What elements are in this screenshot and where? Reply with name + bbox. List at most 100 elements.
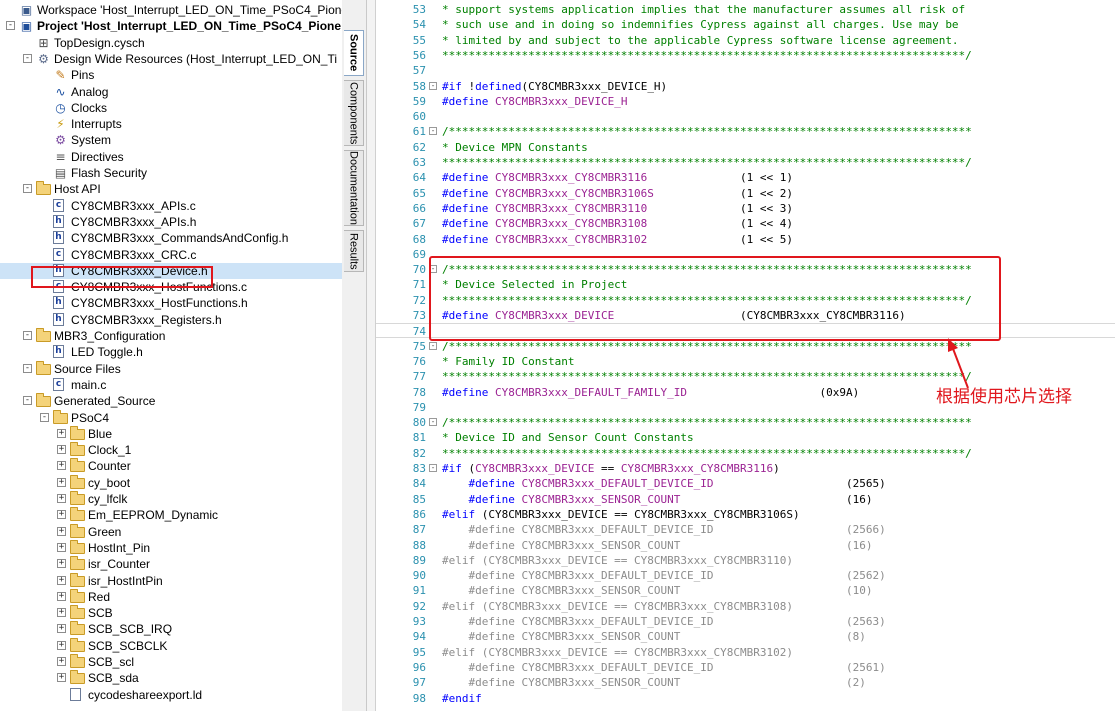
tree-item[interactable]: h CY8CMBR3xxx_HostFunctions.h (0, 295, 342, 311)
code-line[interactable]: 59 #define CY8CMBR3xxx_DEVICE_H (376, 94, 1115, 109)
expand-icon[interactable]: + (57, 526, 66, 536)
tab-components[interactable]: Components (344, 80, 364, 146)
expand-icon[interactable]: + (57, 673, 66, 683)
code-line[interactable]: 56 **************************************… (376, 48, 1115, 63)
expand-icon[interactable]: + (57, 591, 66, 601)
code-line[interactable]: 86 #elif (CY8CMBR3xxx_DEVICE == CY8CMBR3x… (376, 507, 1115, 522)
tree-item[interactable]: - Generated_Source (0, 393, 342, 409)
code-line[interactable]: 98 #endif (376, 691, 1115, 706)
tree-item[interactable]: + cy_boot (0, 474, 342, 491)
code-line[interactable]: 66 #define CY8CMBR3xxx_CY8CMBR3110 (1 << … (376, 201, 1115, 216)
tree-item[interactable]: - Source Files (0, 360, 342, 377)
code-line[interactable]: 95 #elif (CY8CMBR3xxx_DEVICE == CY8CMBR3x… (376, 645, 1115, 660)
tree-item[interactable]: - PSoC4 (0, 409, 342, 426)
fold-toggle-icon[interactable]: - (429, 127, 437, 136)
tree-item[interactable]: + Green (0, 523, 342, 540)
tree-item[interactable]: h CY8CMBR3xxx_Registers.h (0, 312, 342, 328)
code-line[interactable]: 54 * such use and in doing so indemnifies… (376, 17, 1115, 32)
tree-item[interactable]: c CY8CMBR3xxx_APIs.c (0, 198, 342, 214)
code-line[interactable]: 92 #elif (CY8CMBR3xxx_DEVICE == CY8CMBR3x… (376, 599, 1115, 614)
code-line[interactable]: 97 #define CY8CMBR3xxx_SENSOR_COUNT (2) (376, 675, 1115, 690)
tree-item[interactable]: + Counter (0, 458, 342, 474)
code-line[interactable]: 68 #define CY8CMBR3xxx_CY8CMBR3102 (1 << … (376, 232, 1115, 247)
tree-item[interactable]: + SCB_SCB_IRQ (0, 621, 342, 637)
code-line[interactable]: 53 * support systems application implies … (376, 2, 1115, 17)
tab-documentation[interactable]: Documentation (344, 150, 364, 226)
code-line[interactable]: 61-/************************************… (376, 124, 1115, 139)
code-line[interactable]: 76 * Family ID Constant (376, 354, 1115, 369)
expand-icon[interactable]: + (57, 542, 66, 552)
tree-item[interactable]: - ⚙ Design Wide Resources (Host_Interrupt_… (0, 51, 342, 67)
tree-item[interactable]: ▤ Flash Security (0, 165, 342, 181)
panel-splitter[interactable] (367, 0, 376, 711)
code-line[interactable]: 91 #define CY8CMBR3xxx_SENSOR_COUNT (10) (376, 583, 1115, 598)
tree-item[interactable]: + HostInt_Pin (0, 539, 342, 556)
tree-item[interactable]: + SCB_scl (0, 654, 342, 670)
collapse-icon[interactable]: - (23, 331, 32, 340)
code-line[interactable]: 83- #if (CY8CMBR3xxx_DEVICE == CY8CMBR3xx… (376, 461, 1115, 476)
code-line[interactable]: 85 #define CY8CMBR3xxx_SENSOR_COUNT (16) (376, 492, 1115, 507)
code-line[interactable]: 67 #define CY8CMBR3xxx_CY8CMBR3108 (1 << … (376, 216, 1115, 231)
expand-icon[interactable]: + (57, 477, 66, 487)
code-line[interactable]: 80-/************************************… (376, 415, 1115, 430)
expand-icon[interactable]: + (57, 624, 66, 634)
tab-source[interactable]: Source (344, 30, 364, 76)
code-line[interactable]: 88 #define CY8CMBR3xxx_SENSOR_COUNT (16) (376, 538, 1115, 553)
tree-item[interactable]: ∿ Analog (0, 84, 342, 100)
tree-item[interactable]: + SCB_SCBCLK (0, 637, 342, 654)
tree-item[interactable]: - MBR3_Configuration (0, 328, 342, 344)
collapse-icon[interactable]: - (23, 53, 32, 63)
collapse-icon[interactable]: - (23, 184, 32, 194)
collapse-icon[interactable]: - (6, 21, 15, 31)
code-line[interactable]: 62 * Device MPN Constants (376, 140, 1115, 155)
expand-icon[interactable]: + (57, 608, 66, 618)
code-line[interactable]: 65 #define CY8CMBR3xxx_CY8CMBR3106S (1 <<… (376, 186, 1115, 201)
tab-results[interactable]: Results (344, 230, 364, 272)
code-line[interactable]: 57 (376, 63, 1115, 78)
tree-item[interactable]: ⚡ Interrupts (0, 116, 342, 132)
expand-icon[interactable]: + (57, 494, 66, 503)
code-line[interactable]: 81 * Device ID and Sensor Count Constants (376, 430, 1115, 445)
code-line[interactable]: 63 **************************************… (376, 155, 1115, 170)
fold-toggle-icon[interactable]: - (429, 464, 437, 472)
code-line[interactable]: 55 * limited by and subject to the applic… (376, 33, 1115, 48)
code-line[interactable]: 64 #define CY8CMBR3xxx_CY8CMBR3116 (1 << … (376, 170, 1115, 185)
expand-icon[interactable]: + (57, 445, 66, 455)
code-line[interactable]: 60 (376, 109, 1115, 124)
fold-toggle-icon[interactable]: - (429, 418, 437, 427)
tree-item[interactable]: h CY8CMBR3xxx_CommandsAndConfig.h (0, 230, 342, 246)
tree-item[interactable]: + isr_HostIntPin (0, 572, 342, 589)
collapse-icon[interactable]: - (23, 396, 32, 406)
tree-item[interactable]: ✎ Pins (0, 67, 342, 83)
code-line[interactable]: 93 #define CY8CMBR3xxx_DEFAULT_DEVICE_ID… (376, 614, 1115, 629)
tree-item[interactable]: + Em_EEPROM_Dynamic (0, 507, 342, 523)
expand-icon[interactable]: + (57, 461, 66, 471)
tree-item[interactable]: ▣ Workspace 'Host_Interrupt_LED_ON_Time_P… (0, 2, 342, 18)
tree-item[interactable]: + SCB_sda (0, 670, 342, 686)
tree-item[interactable]: - ▣ Project 'Host_Interrupt_LED_ON_Time_PS… (0, 18, 342, 34)
tree-item[interactable]: ≡ Directives (0, 149, 342, 165)
code-line[interactable]: 89 #elif (CY8CMBR3xxx_DEVICE == CY8CMBR3x… (376, 553, 1115, 568)
expand-icon[interactable]: + (57, 510, 66, 520)
tree-item[interactable]: ◷ Clocks (0, 100, 342, 116)
expand-icon[interactable]: + (57, 575, 66, 585)
expand-icon[interactable]: + (57, 657, 66, 666)
tree-item[interactable]: + Clock_1 (0, 442, 342, 458)
code-line[interactable]: 84 #define CY8CMBR3xxx_DEFAULT_DEVICE_ID… (376, 476, 1115, 491)
tree-item[interactable]: c main.c (0, 377, 342, 393)
tree-item[interactable]: ⊞ TopDesign.cysch (0, 35, 342, 51)
tree-item[interactable]: h CY8CMBR3xxx_APIs.h (0, 214, 342, 230)
expand-icon[interactable]: + (57, 559, 66, 569)
tree-item[interactable]: - Host API (0, 181, 342, 197)
code-line[interactable]: 96 #define CY8CMBR3xxx_DEFAULT_DEVICE_ID… (376, 660, 1115, 675)
expand-icon[interactable]: + (57, 640, 66, 650)
tree-item[interactable]: + Red (0, 588, 342, 605)
collapse-icon[interactable]: - (40, 412, 49, 422)
code-line[interactable]: 87 #define CY8CMBR3xxx_DEFAULT_DEVICE_ID… (376, 522, 1115, 537)
tree-item[interactable]: c CY8CMBR3xxx_CRC.c (0, 247, 342, 263)
tree-item[interactable]: + SCB (0, 605, 342, 621)
code-line[interactable]: 94 #define CY8CMBR3xxx_SENSOR_COUNT (8) (376, 629, 1115, 644)
fold-toggle-icon[interactable]: - (429, 81, 437, 90)
fold-toggle-icon[interactable]: - (429, 341, 437, 350)
tree-item[interactable]: + cy_lfclk (0, 491, 342, 507)
